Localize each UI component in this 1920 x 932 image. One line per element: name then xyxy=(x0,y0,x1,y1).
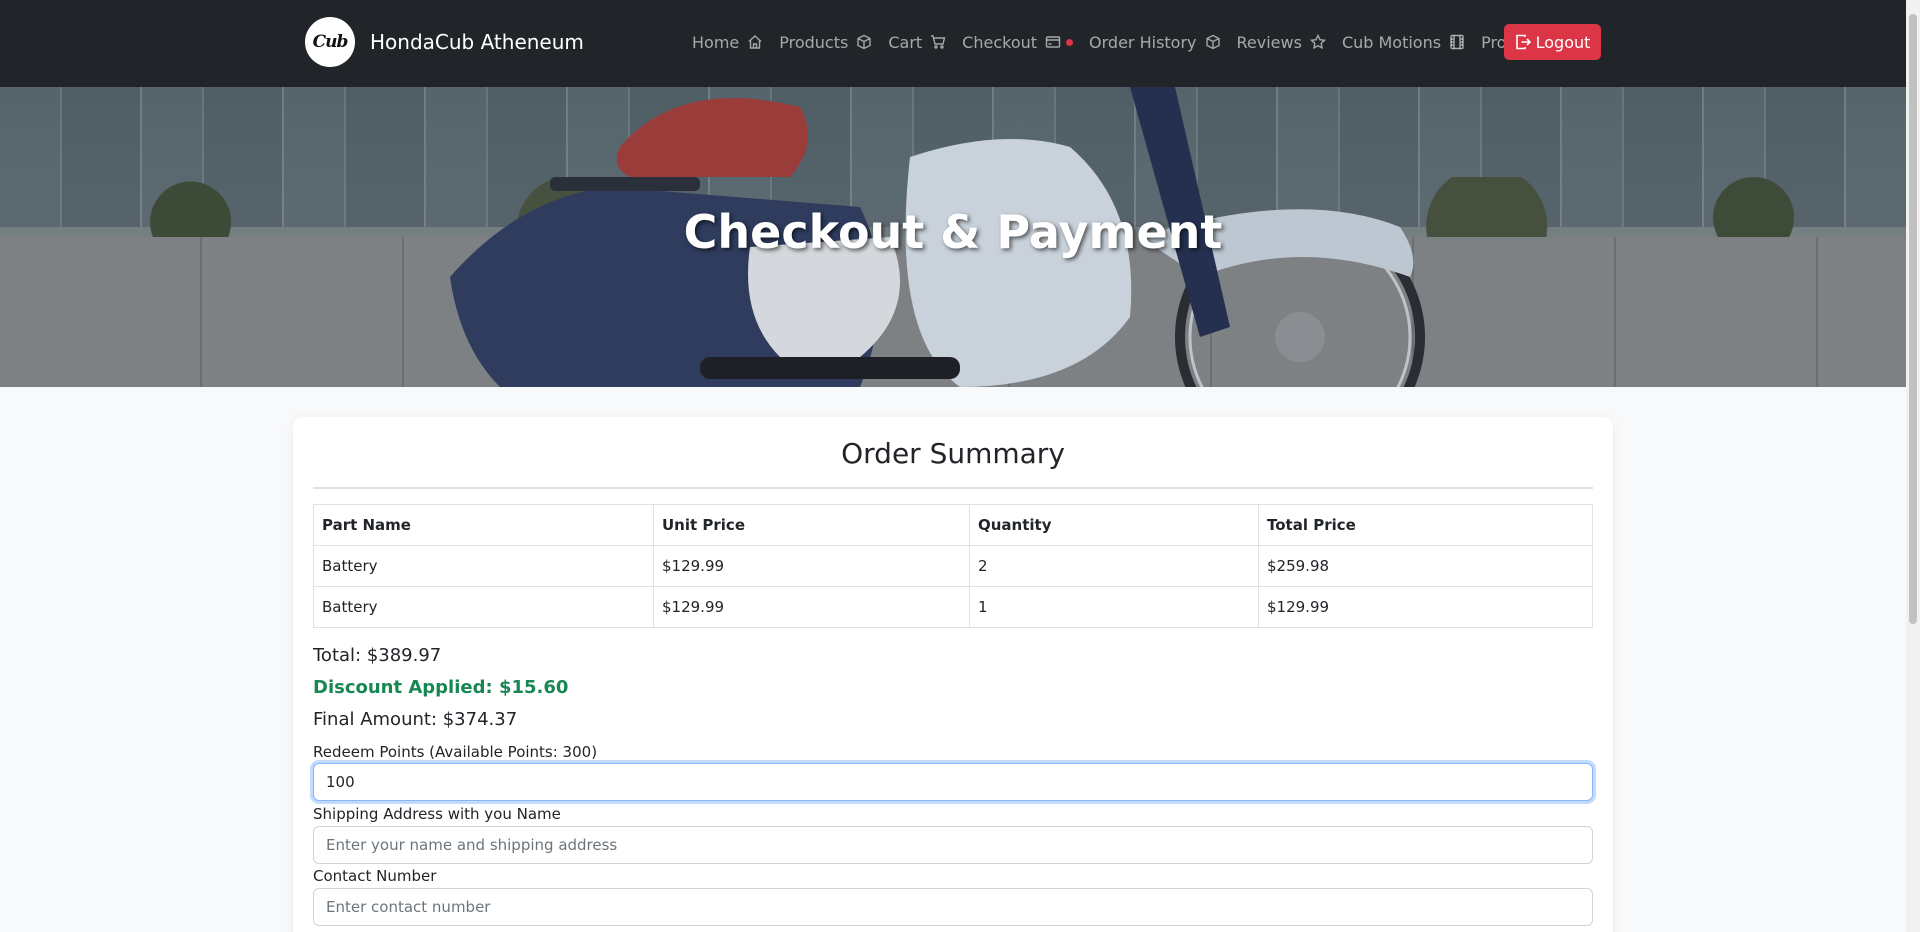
cell-part-name: Battery xyxy=(313,545,654,587)
nav-label-cart: Cart xyxy=(888,32,923,52)
order-total: Total: $389.97 xyxy=(313,645,442,666)
discount-applied: Discount Applied: $15.60 xyxy=(313,677,569,698)
nav-label-products: Products xyxy=(779,32,849,52)
navbar: Cub HondaCub Atheneum Home Products Cart… xyxy=(0,0,1906,87)
star-icon xyxy=(1309,34,1326,50)
cell-unit-price: $129.99 xyxy=(653,545,970,587)
nav-label-order-history: Order History xyxy=(1089,32,1197,52)
cell-part-name: Battery xyxy=(313,586,654,628)
nav-item-order-history[interactable]: Order History xyxy=(1089,33,1220,52)
column-header-quantity: Quantity xyxy=(969,504,1259,546)
page-title: Checkout & Payment xyxy=(683,205,1223,259)
table-header-row: Part Name Unit Price Quantity Total Pric… xyxy=(313,504,1593,546)
redeem-points-input[interactable] xyxy=(313,763,1593,801)
nav-menu: Home Products Cart Checkout Order Histor… xyxy=(692,24,1571,60)
nav-label-cub-motions: Cub Motions xyxy=(1341,32,1442,52)
cell-quantity: 1 xyxy=(969,586,1259,628)
box-icon xyxy=(1205,34,1221,50)
cart-icon xyxy=(930,34,946,50)
cell-total-price: $259.98 xyxy=(1258,545,1593,587)
divider xyxy=(313,487,1593,489)
credit-card-icon xyxy=(1045,34,1061,50)
column-header-unit-price: Unit Price xyxy=(653,504,970,546)
contact-number-input[interactable] xyxy=(313,888,1593,926)
brand-name: HondaCub Atheneum xyxy=(370,30,584,54)
contact-number-label: Contact Number xyxy=(313,867,437,885)
brand-logo-text: Cub xyxy=(312,32,349,52)
nav-item-checkout[interactable]: Checkout xyxy=(962,32,1074,52)
nav-item-cub-motions[interactable]: Cub Motions xyxy=(1342,33,1465,52)
order-summary-card: Order Summary Part Name Unit Price Quant… xyxy=(293,417,1613,932)
shipping-address-label: Shipping Address with you Name xyxy=(313,805,561,823)
shipping-address-input[interactable] xyxy=(313,826,1593,864)
redeem-points-label: Redeem Points (Available Points: 300) xyxy=(313,743,598,761)
brand[interactable]: Cub HondaCub Atheneum xyxy=(305,17,584,67)
checkout-notification-dot xyxy=(1066,38,1074,46)
nav-item-products[interactable]: Products xyxy=(779,33,872,52)
order-summary-title: Order Summary xyxy=(841,437,1065,470)
column-header-part-name: Part Name xyxy=(313,504,654,546)
nav-label-home: Home xyxy=(692,32,740,52)
brand-logo: Cub xyxy=(305,17,355,67)
home-icon xyxy=(747,34,763,50)
nav-item-cart[interactable]: Cart xyxy=(888,33,946,52)
nav-item-reviews[interactable]: Reviews xyxy=(1237,33,1326,52)
film-icon xyxy=(1449,34,1465,50)
nav-label-reviews: Reviews xyxy=(1236,32,1302,52)
column-header-total-price: Total Price xyxy=(1258,504,1593,546)
box-icon xyxy=(856,34,872,50)
logout-button[interactable]: Logout xyxy=(1504,24,1601,60)
final-amount: Final Amount: $374.37 xyxy=(313,709,518,730)
logout-label: Logout xyxy=(1535,32,1591,52)
scrollbar-thumb[interactable] xyxy=(1909,14,1917,624)
nav-item-home[interactable]: Home xyxy=(692,33,763,52)
cell-total-price: $129.99 xyxy=(1258,586,1593,628)
nav-label-checkout: Checkout xyxy=(962,32,1038,52)
cell-quantity: 2 xyxy=(969,545,1259,587)
page-scrollbar[interactable] xyxy=(1906,0,1920,932)
table-row: Battery $129.99 2 $259.98 xyxy=(313,545,1593,587)
cell-unit-price: $129.99 xyxy=(653,586,970,628)
hero-banner: Checkout & Payment xyxy=(0,87,1906,387)
table-row: Battery $129.99 1 $129.99 xyxy=(313,586,1593,628)
logout-icon xyxy=(1515,34,1531,50)
order-table: Part Name Unit Price Quantity Total Pric… xyxy=(313,504,1593,628)
